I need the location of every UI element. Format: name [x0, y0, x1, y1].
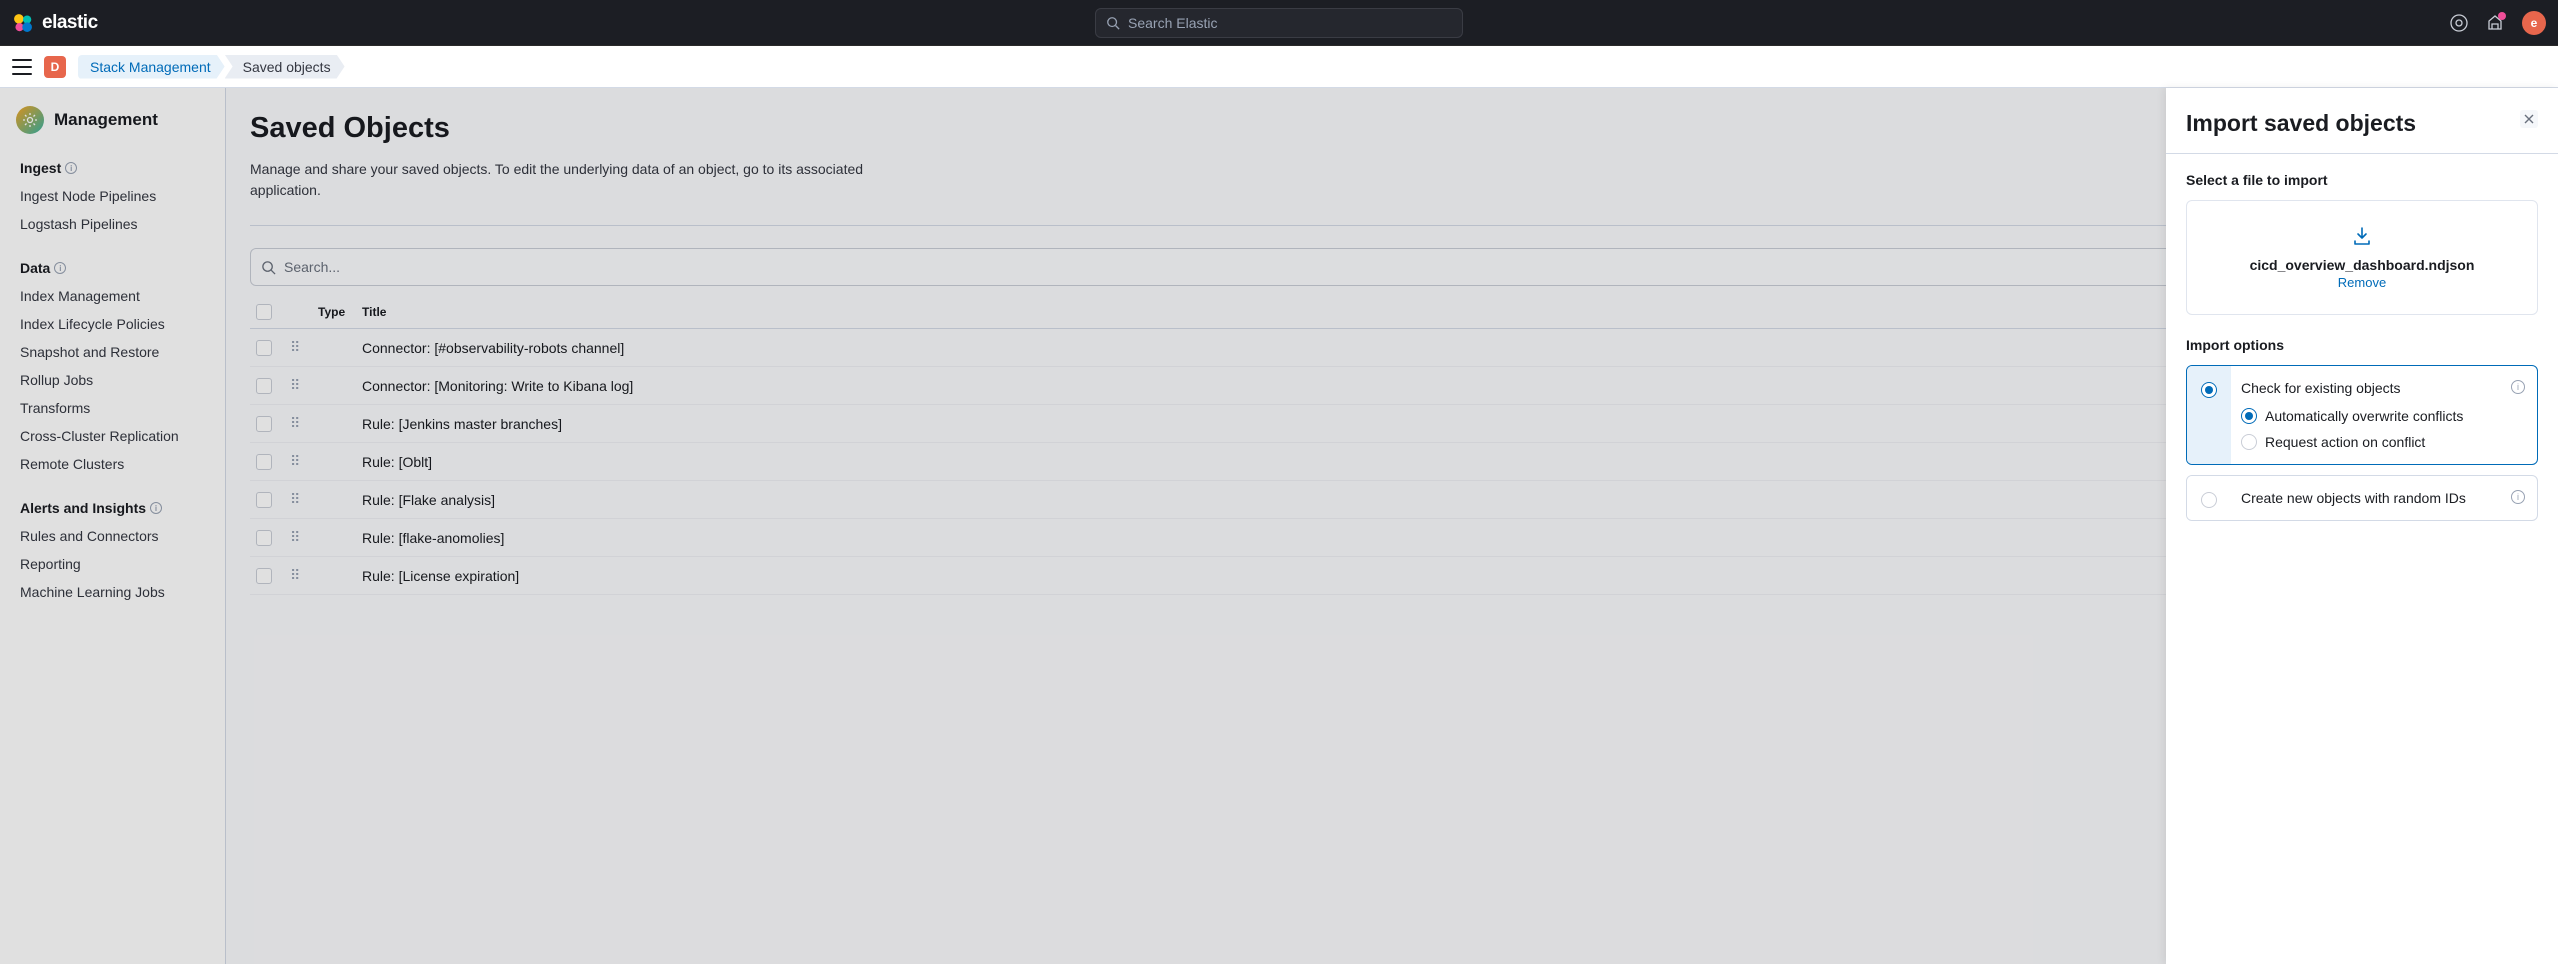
row-title[interactable]: Rule: [flake-anomolies] — [362, 530, 2408, 546]
global-header: elastic e — [0, 0, 2558, 46]
radio-auto-overwrite[interactable] — [2241, 408, 2257, 424]
import-icon — [2351, 225, 2373, 247]
nav-ml-jobs[interactable]: Machine Learning Jobs — [0, 578, 225, 606]
row-checkbox[interactable] — [256, 416, 272, 432]
breadcrumb: Stack Management Saved objects — [78, 55, 345, 79]
global-search-input[interactable] — [1128, 15, 1452, 31]
row-title[interactable]: Rule: [License expiration] — [362, 568, 2408, 584]
row-title[interactable]: Connector: [#observability-robots channe… — [362, 340, 2408, 356]
drag-handle-icon[interactable]: ⠿ — [290, 567, 300, 583]
sidebar-title: Management — [54, 110, 158, 130]
newsfeed-icon[interactable] — [2486, 14, 2504, 32]
option-check-existing[interactable]: Check for existing objects i Automatical… — [2186, 365, 2538, 465]
select-file-label: Select a file to import — [2186, 172, 2538, 188]
import-options-label: Import options — [2186, 337, 2538, 353]
select-all-checkbox[interactable] — [256, 304, 272, 320]
nav-snapshot-restore[interactable]: Snapshot and Restore — [0, 338, 225, 366]
column-type[interactable]: Type — [318, 305, 362, 319]
search-icon — [261, 260, 276, 275]
option-check-existing-label: Check for existing objects — [2241, 380, 2523, 396]
info-icon[interactable]: i — [54, 262, 66, 274]
management-sidebar: Management Ingest i Ingest Node Pipeline… — [0, 88, 226, 964]
breadcrumb-stack-management[interactable]: Stack Management — [78, 55, 225, 79]
row-checkbox[interactable] — [256, 340, 272, 356]
nav-transforms[interactable]: Transforms — [0, 394, 225, 422]
nav-cross-cluster-replication[interactable]: Cross-Cluster Replication — [0, 422, 225, 450]
option-create-new-label: Create new objects with random IDs — [2241, 490, 2523, 506]
nav-rollup-jobs[interactable]: Rollup Jobs — [0, 366, 225, 394]
drag-handle-icon[interactable]: ⠿ — [290, 491, 300, 507]
breadcrumb-saved-objects[interactable]: Saved objects — [225, 55, 345, 79]
option-create-new[interactable]: Create new objects with random IDs i — [2186, 475, 2538, 521]
nav-index-lifecycle-policies[interactable]: Index Lifecycle Policies — [0, 310, 225, 338]
drag-handle-icon[interactable]: ⠿ — [290, 339, 300, 355]
help-icon[interactable] — [2450, 14, 2468, 32]
drag-handle-icon[interactable]: ⠿ — [290, 529, 300, 545]
drag-handle-icon[interactable]: ⠿ — [290, 453, 300, 469]
nav-remote-clusters[interactable]: Remote Clusters — [0, 450, 225, 478]
row-title[interactable]: Rule: [Oblt] — [362, 454, 2408, 470]
row-title[interactable]: Connector: [Monitoring: Write to Kibana … — [362, 378, 2408, 394]
column-title[interactable]: Title — [362, 305, 2408, 319]
row-checkbox[interactable] — [256, 492, 272, 508]
nav-logstash-pipelines[interactable]: Logstash Pipelines — [0, 210, 225, 238]
info-icon[interactable]: i — [150, 502, 162, 514]
info-icon[interactable]: i — [2511, 490, 2525, 504]
nav-section-data: Data i — [0, 252, 225, 282]
gear-icon — [16, 106, 44, 134]
import-flyout: Import saved objects Select a file to im… — [2166, 88, 2558, 964]
info-icon[interactable]: i — [65, 162, 77, 174]
radio-create-new[interactable] — [2201, 492, 2217, 508]
info-icon[interactable]: i — [2511, 380, 2525, 394]
row-checkbox[interactable] — [256, 568, 272, 584]
space-selector[interactable]: D — [44, 56, 66, 78]
radio-check-existing[interactable] — [2201, 382, 2217, 398]
nav-toggle-button[interactable] — [12, 59, 32, 75]
remove-file-link[interactable]: Remove — [2199, 275, 2525, 290]
nav-rules-connectors[interactable]: Rules and Connectors — [0, 522, 225, 550]
close-button[interactable] — [2520, 110, 2538, 128]
nav-ingest-node-pipelines[interactable]: Ingest Node Pipelines — [0, 182, 225, 210]
row-checkbox[interactable] — [256, 530, 272, 546]
close-icon — [2523, 113, 2535, 125]
row-title[interactable]: Rule: [Flake analysis] — [362, 492, 2408, 508]
radio-request-action[interactable] — [2241, 434, 2257, 450]
elastic-logo-icon — [12, 12, 34, 34]
sub-option-request-action[interactable]: Request action on conflict — [2241, 434, 2523, 450]
logo-text: elastic — [42, 12, 98, 34]
notification-dot — [2498, 12, 2506, 20]
row-checkbox[interactable] — [256, 454, 272, 470]
nav-section-alerts: Alerts and Insights i — [0, 492, 225, 522]
user-avatar[interactable]: e — [2522, 11, 2546, 35]
drag-handle-icon[interactable]: ⠿ — [290, 415, 300, 431]
breadcrumb-bar: D Stack Management Saved objects — [0, 46, 2558, 88]
row-title[interactable]: Rule: [Jenkins master branches] — [362, 416, 2408, 432]
sub-option-auto-overwrite[interactable]: Automatically overwrite conflicts — [2241, 408, 2523, 424]
search-icon — [1106, 16, 1120, 30]
nav-index-management[interactable]: Index Management — [0, 282, 225, 310]
page-description: Manage and share your saved objects. To … — [250, 159, 890, 201]
global-search[interactable] — [1095, 8, 1463, 38]
nav-section-ingest: Ingest i — [0, 152, 225, 182]
nav-reporting[interactable]: Reporting — [0, 550, 225, 578]
elastic-logo[interactable]: elastic — [12, 12, 98, 34]
drag-handle-icon[interactable]: ⠿ — [290, 377, 300, 393]
file-drop-zone[interactable]: cicd_overview_dashboard.ndjson Remove — [2186, 200, 2538, 315]
row-checkbox[interactable] — [256, 378, 272, 394]
selected-file-name: cicd_overview_dashboard.ndjson — [2199, 257, 2525, 273]
flyout-title: Import saved objects — [2186, 110, 2416, 137]
